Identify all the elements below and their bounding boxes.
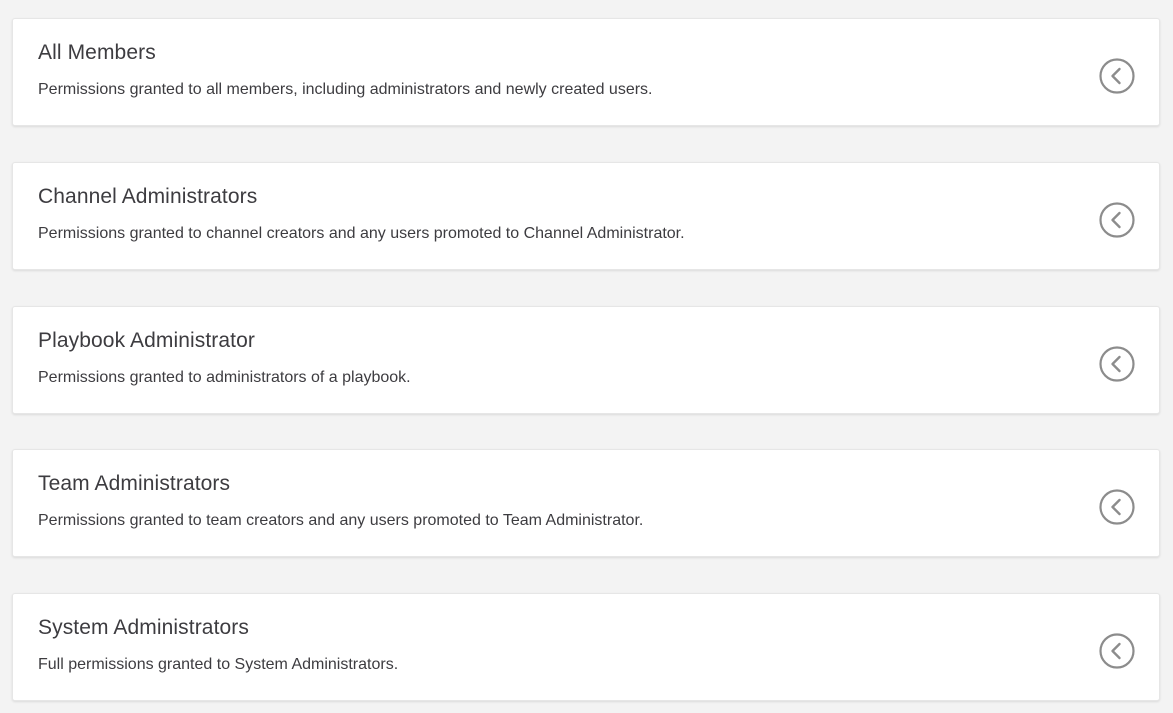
permission-scheme-list: All Members Permissions granted to all m… [0, 0, 1173, 713]
panel-system-administrators[interactable]: System Administrators Full permissions g… [12, 593, 1160, 701]
panel-channel-administrators[interactable]: Channel Administrators Permissions grant… [12, 162, 1160, 270]
panel-title: System Administrators [38, 616, 249, 639]
chevron-left-circle-icon[interactable] [1099, 202, 1135, 238]
panel-description: Permissions granted to team creators and… [38, 512, 644, 529]
panel-all-members[interactable]: All Members Permissions granted to all m… [12, 18, 1160, 126]
panel-title: All Members [38, 41, 156, 64]
chevron-left-circle-icon[interactable] [1099, 58, 1135, 94]
panel-description: Permissions granted to all members, incl… [38, 81, 653, 98]
panel-team-administrators[interactable]: Team Administrators Permissions granted … [12, 449, 1160, 557]
panel-playbook-administrator[interactable]: Playbook Administrator Permissions grant… [12, 306, 1160, 414]
panel-description: Permissions granted to channel creators … [38, 225, 685, 242]
chevron-left-circle-icon[interactable] [1099, 346, 1135, 382]
panel-description: Full permissions granted to System Admin… [38, 656, 399, 673]
panel-description: Permissions granted to administrators of… [38, 369, 411, 386]
panel-title: Playbook Administrator [38, 329, 255, 352]
chevron-left-circle-icon[interactable] [1099, 633, 1135, 669]
chevron-left-circle-icon[interactable] [1099, 489, 1135, 525]
panel-title: Channel Administrators [38, 185, 258, 208]
panel-title: Team Administrators [38, 472, 231, 495]
